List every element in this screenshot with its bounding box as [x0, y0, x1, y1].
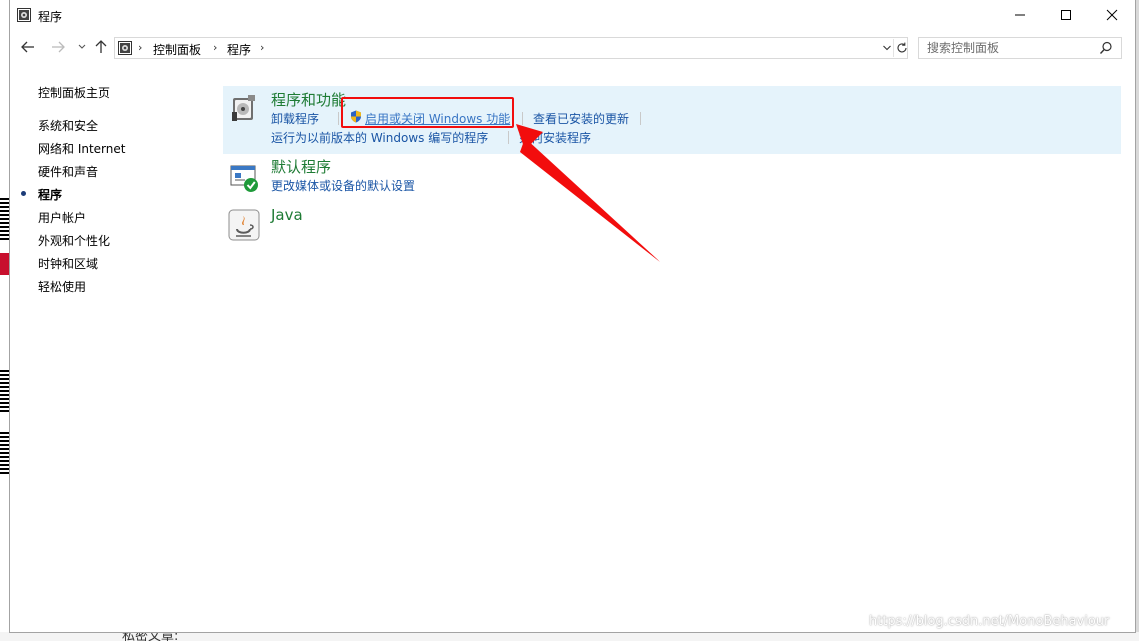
category-programs-features: 程序和功能 卸载程序 启用或关闭 Windows 功能 查看已安装的更新 运行为…: [223, 86, 1121, 154]
sidebar-item-user-accounts[interactable]: 用户帐户: [38, 209, 86, 226]
uac-shield-icon: [350, 110, 362, 126]
link-divider: [508, 131, 509, 144]
title-bar: 程序: [10, 0, 1135, 31]
back-button[interactable]: [19, 38, 37, 56]
background-qr-fragment: [0, 370, 9, 412]
minimize-button[interactable]: [997, 0, 1043, 30]
refresh-icon: [897, 42, 907, 53]
close-button[interactable]: [1089, 0, 1135, 30]
active-item-bullet: [21, 191, 26, 196]
programs-features-title[interactable]: 程序和功能: [271, 89, 346, 110]
control-panel-icon: [17, 8, 31, 25]
how-to-install-link[interactable]: 如何安装程序: [519, 129, 591, 146]
java-title[interactable]: Java: [271, 206, 303, 224]
category-default-programs: 默认程序 更改媒体或设备的默认设置: [223, 155, 1121, 197]
main-content: 程序和功能 卸载程序 启用或关闭 Windows 功能 查看已安装的更新 运行为…: [223, 63, 1123, 623]
arrow-up-icon: [95, 40, 107, 53]
watermark: https://blog.csdn.net/MonoBehaviour: [869, 614, 1110, 629]
search-input[interactable]: [919, 38, 1099, 58]
refresh-button[interactable]: [893, 39, 909, 57]
uninstall-program-link[interactable]: 卸载程序: [271, 110, 319, 127]
breadcrumb-separator-icon[interactable]: ›: [138, 41, 142, 54]
maximize-button[interactable]: [1043, 0, 1089, 30]
address-bar-row: › 控制面板 › 程序 ›: [10, 31, 1135, 63]
sidebar-item-control-panel-home[interactable]: 控制面板主页: [38, 84, 110, 101]
java-icon[interactable]: [228, 209, 260, 241]
sidebar-item-ease-of-access[interactable]: 轻松使用: [38, 278, 86, 295]
breadcrumb-separator-icon[interactable]: ›: [260, 41, 264, 54]
sidebar-item-network-internet[interactable]: 网络和 Internet: [38, 140, 125, 157]
link-divider: [640, 112, 641, 125]
turn-windows-features-link[interactable]: 启用或关闭 Windows 功能: [365, 110, 510, 127]
control-panel-window: 程序 › 控制面板 › 程序 › 搜索控制面板 控制面板主页 系统和安全 网络和…: [9, 0, 1136, 633]
sidebar-item-hardware-sound[interactable]: 硬件和声音: [38, 163, 98, 180]
view-installed-updates-link[interactable]: 查看已安装的更新: [533, 110, 629, 127]
category-java: Java: [223, 203, 1121, 241]
search-box: [918, 37, 1122, 59]
breadcrumb-separator-icon[interactable]: ›: [213, 41, 217, 54]
background-page-edge: [0, 0, 9, 641]
close-icon: [1106, 9, 1118, 21]
default-programs-title[interactable]: 默认程序: [271, 156, 331, 177]
address-dropdown-button[interactable]: [880, 40, 894, 56]
background-qr-fragment: [0, 198, 9, 240]
sidebar-item-clock-region[interactable]: 时钟和区域: [38, 255, 98, 272]
arrow-right-icon: [52, 41, 65, 53]
recent-locations-button[interactable]: [73, 38, 91, 56]
control-panel-icon: [118, 41, 132, 58]
window-title: 程序: [38, 10, 63, 24]
link-divider: [522, 112, 523, 125]
maximize-icon: [1061, 10, 1071, 20]
breadcrumb-control-panel[interactable]: 控制面板: [153, 41, 201, 58]
change-media-defaults-link[interactable]: 更改媒体或设备的默认设置: [271, 177, 415, 194]
sidebar-item-system-security[interactable]: 系统和安全: [38, 117, 98, 134]
default-programs-icon[interactable]: [228, 161, 260, 193]
background-qr-fragment: [0, 430, 9, 474]
minimize-icon: [1015, 14, 1025, 16]
sidebar-item-appearance[interactable]: 外观和个性化: [38, 232, 110, 249]
search-icon[interactable]: [1099, 41, 1113, 58]
sidebar-item-programs[interactable]: 程序: [38, 186, 62, 203]
background-red-fragment: [0, 253, 9, 275]
sidebar: 控制面板主页 系统和安全 网络和 Internet 硬件和声音 程序 用户帐户 …: [10, 63, 220, 623]
up-button[interactable]: [92, 38, 110, 56]
breadcrumb-programs[interactable]: 程序: [227, 41, 251, 58]
chevron-down-icon: [78, 44, 86, 49]
run-older-programs-link[interactable]: 运行为以前版本的 Windows 编写的程序: [271, 129, 488, 146]
link-divider: [338, 112, 339, 125]
address-field[interactable]: › 控制面板 › 程序 ›: [114, 37, 908, 59]
arrow-left-icon: [21, 41, 34, 53]
programs-features-icon[interactable]: [228, 92, 260, 124]
forward-button[interactable]: [49, 38, 67, 56]
chevron-down-icon: [883, 45, 891, 51]
